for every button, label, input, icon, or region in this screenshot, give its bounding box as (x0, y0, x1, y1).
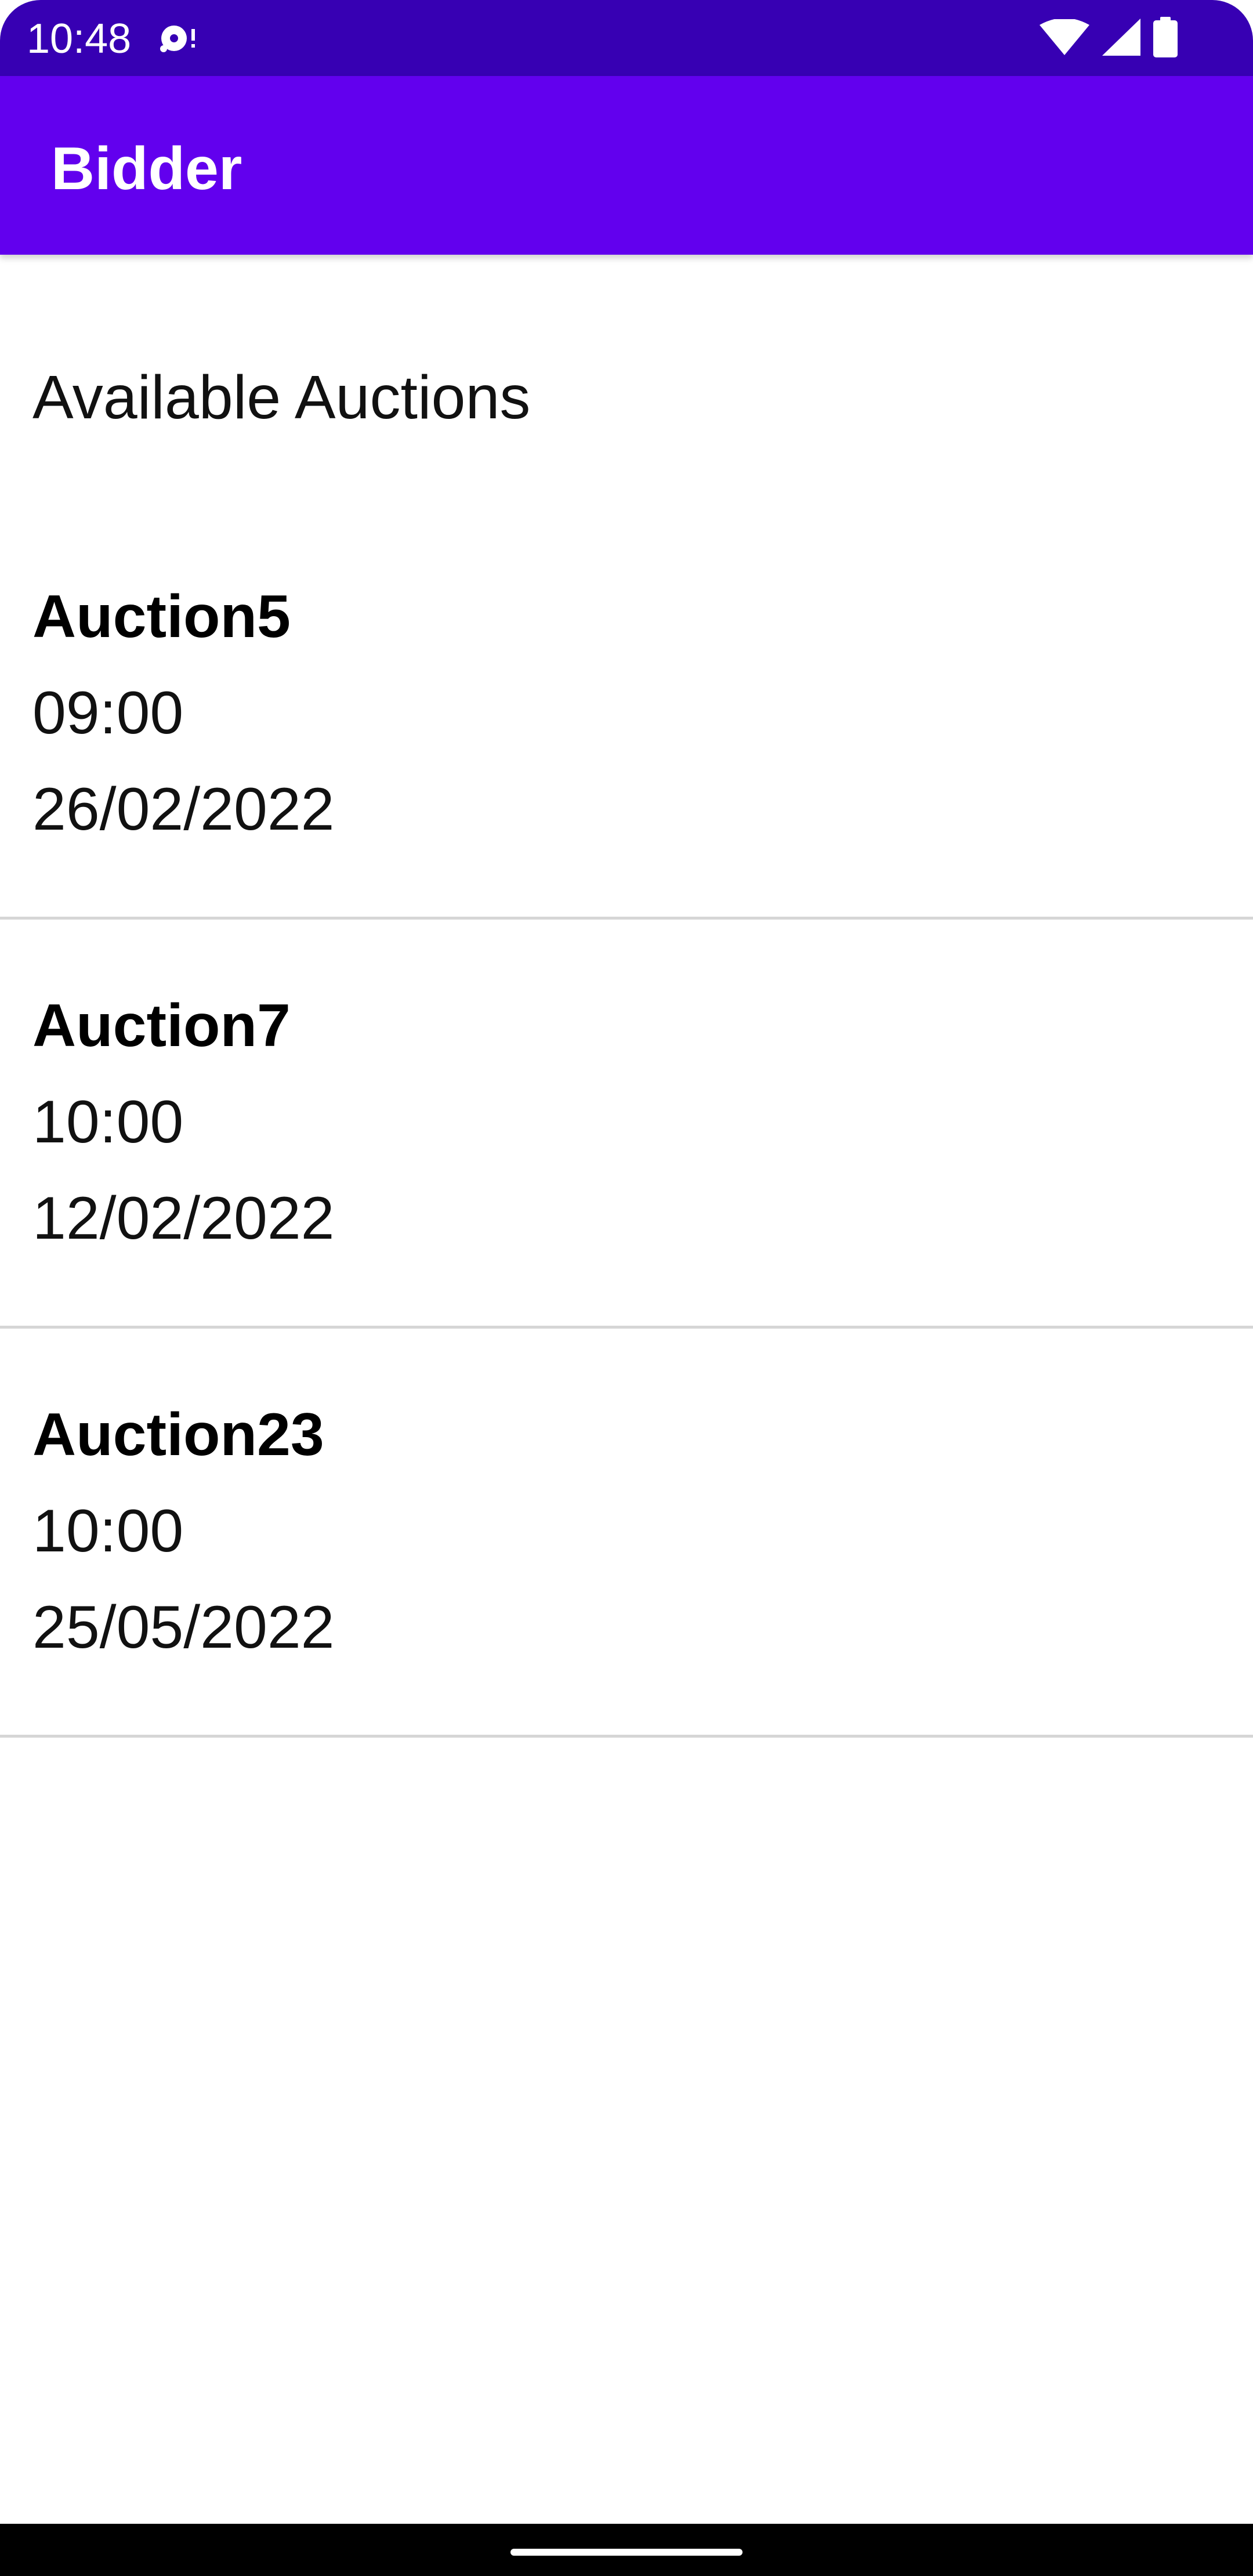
auction-date: 25/05/2022 (32, 1594, 335, 1661)
home-gesture-handle[interactable] (510, 2549, 743, 2556)
auction-time: 09:00 (32, 679, 184, 747)
list-item[interactable]: Auction7 10:00 12/02/2022 (0, 920, 1253, 1329)
app-bar: Bidder (0, 76, 1253, 255)
list-item[interactable]: Auction5 09:00 26/02/2022 (0, 511, 1253, 920)
auction-name: Auction23 (32, 1401, 324, 1468)
wifi-icon (1040, 17, 1089, 58)
status-time: 10:48 (27, 16, 132, 62)
app-title: Bidder (51, 135, 242, 202)
auction-date: 26/02/2022 (32, 776, 335, 843)
auction-list: Auction5 09:00 26/02/2022 Auction7 10:00… (0, 511, 1253, 1738)
auction-date: 12/02/2022 (32, 1185, 335, 1252)
screen: 10:48 Bidder Available Auctions Auction5… (0, 0, 1253, 2576)
auction-time: 10:00 (32, 1088, 184, 1156)
navigation-bar (0, 2524, 1253, 2576)
list-item[interactable]: Auction23 10:00 25/05/2022 (0, 1329, 1253, 1738)
status-bar: 10:48 (0, 0, 1253, 76)
page-title: Available Auctions (32, 363, 531, 432)
battery-icon (1153, 16, 1178, 60)
auction-name: Auction7 (32, 992, 291, 1059)
auction-name: Auction5 (32, 583, 291, 650)
status-icons (1040, 16, 1178, 60)
cell-signal-icon (1102, 18, 1140, 59)
auction-time: 10:00 (32, 1497, 184, 1565)
media-notification-icon (157, 21, 203, 56)
